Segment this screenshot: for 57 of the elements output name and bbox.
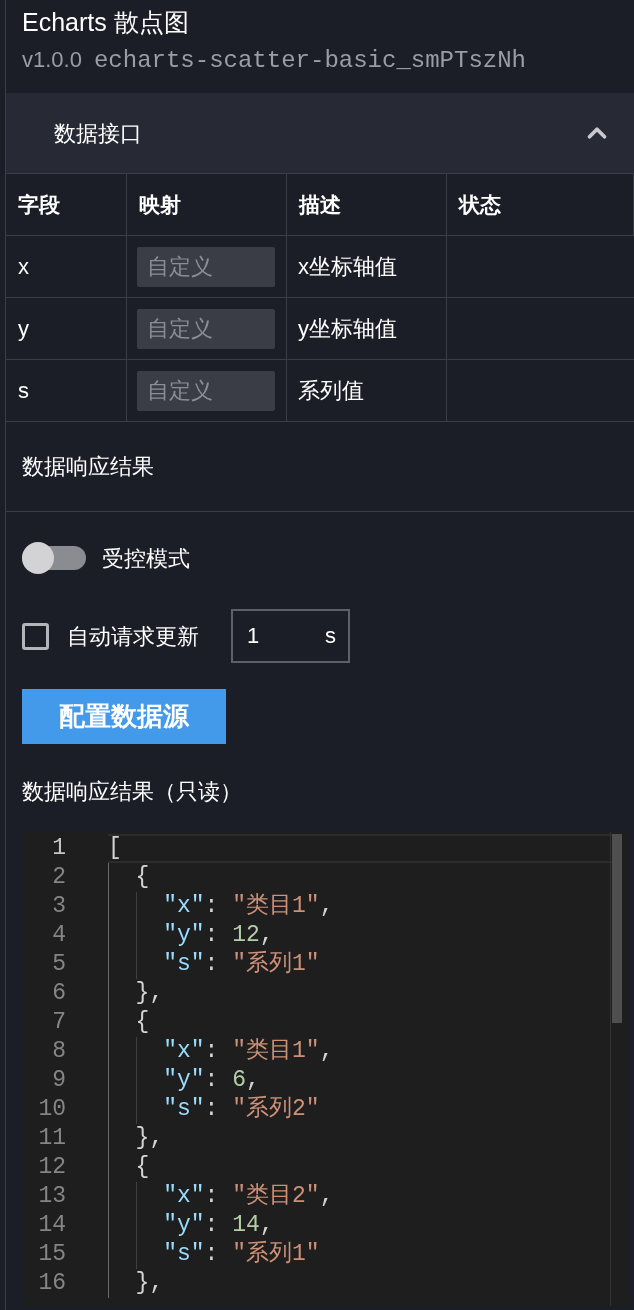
- table-cell: y坐标轴值: [287, 298, 447, 360]
- collapse-panel-header[interactable]: 数据接口: [6, 93, 634, 173]
- line-number: 9: [51, 1066, 66, 1096]
- table-header-cell: 字段: [6, 174, 127, 236]
- code-line: "s": "系列1": [163, 949, 320, 980]
- table-cell: x: [6, 236, 127, 298]
- line-number: 11: [37, 1124, 66, 1154]
- code-line: "x": "类目1",: [163, 892, 334, 922]
- line-number: 6: [51, 979, 66, 1009]
- line-number: 12: [37, 1153, 66, 1183]
- table-header-cell: 描述: [287, 174, 447, 236]
- line-number: 14: [37, 1211, 66, 1241]
- result-viewer-title: 数据响应结果（只读）: [22, 777, 242, 806]
- line-number: 3: [51, 892, 66, 922]
- code-line: "y": 14,: [163, 1211, 274, 1240]
- line-number: 10: [37, 1095, 66, 1125]
- unit-suffix: s: [325, 622, 336, 650]
- line-number: 15: [37, 1240, 66, 1270]
- table-cell: y: [6, 298, 127, 360]
- code-line: },: [135, 1124, 164, 1154]
- code-line: },: [135, 979, 164, 1009]
- code-line: "s": "系列2": [163, 1094, 320, 1125]
- table-cell: x坐标轴值: [287, 236, 447, 298]
- section-title: 数据响应结果: [22, 453, 154, 481]
- line-number: 5: [51, 950, 66, 980]
- code-line: "x": "类目2",: [163, 1182, 334, 1212]
- line-number: 1: [51, 834, 66, 864]
- code-line: "s": "系列1": [163, 1239, 320, 1270]
- line-number: 8: [51, 1037, 66, 1067]
- code-line: "x": "类目1",: [163, 1037, 334, 1067]
- scrollbar-thumb[interactable]: [612, 834, 622, 1023]
- component-id: echarts-scatter-basic_smPTszNh: [93, 47, 526, 75]
- code-line: {: [135, 1008, 150, 1038]
- component-title: Echarts 散点图: [22, 7, 190, 38]
- code-line: {: [135, 863, 150, 893]
- line-number: 13: [37, 1182, 66, 1212]
- checkbox[interactable]: [22, 622, 49, 650]
- checkbox-label: 自动请求更新: [67, 622, 199, 651]
- version-label: v1.0.0: [22, 46, 82, 74]
- table-header-cell: 状态: [447, 174, 634, 236]
- code-line: {: [135, 1153, 150, 1183]
- toggle-label: 受控模式: [102, 544, 190, 573]
- line-number: 7: [51, 1008, 66, 1038]
- toggle-switch[interactable]: [22, 542, 86, 574]
- table-cell: s: [6, 360, 127, 422]
- line-number: 16: [37, 1269, 66, 1299]
- mapping-input[interactable]: 自定义: [137, 308, 275, 349]
- line-number: 4: [51, 921, 66, 951]
- table-header-cell: 映射: [127, 174, 287, 236]
- code-line: "y": 6,: [163, 1066, 260, 1095]
- table-cell: 系列值: [287, 360, 447, 422]
- line-number: 2: [51, 863, 66, 893]
- mapping-input[interactable]: 自定义: [137, 370, 275, 411]
- code-line: [: [108, 834, 122, 864]
- code-line: },: [135, 1269, 164, 1299]
- mapping-input[interactable]: 自定义: [137, 246, 275, 287]
- code-line: "y": 12,: [163, 921, 274, 950]
